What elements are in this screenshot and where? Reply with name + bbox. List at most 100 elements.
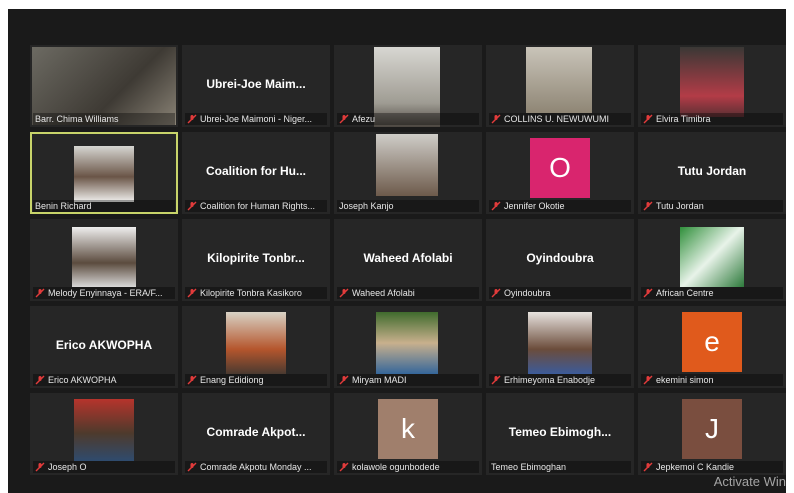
participant-name-label: Jepkemoi C Kandie [641, 461, 783, 473]
participant-tile[interactable]: Joseph Kanjo [334, 132, 482, 214]
mic-muted-icon [339, 114, 349, 124]
participant-center-name: Coalition for Hu... [206, 164, 306, 178]
participant-name-label: COLLINS U. NEWUWUMI [489, 113, 631, 125]
participant-center-name: Comrade Akpot... [206, 425, 306, 439]
mic-muted-icon [339, 288, 349, 298]
participant-center-name: Waheed Afolabi [363, 251, 453, 265]
mic-muted-icon [187, 375, 197, 385]
participant-name: Oyindoubra [504, 288, 551, 298]
participant-tile[interactable]: Tutu Jordan Tutu Jordan [638, 132, 786, 214]
avatar: e [682, 312, 742, 372]
participant-name-label: Temeo Ebimoghan [489, 461, 631, 473]
participant-tile[interactable]: Benin Richard [30, 132, 178, 214]
participant-tile[interactable]: COLLINS U. NEWUWUMI [486, 45, 634, 127]
participant-tile[interactable]: e ekemini simon [638, 306, 786, 388]
participant-center-name: Temeo Ebimogh... [508, 425, 612, 439]
participant-name: Melody Enyinnaya - ERA/F... [48, 288, 163, 298]
participant-name: Miryam MADI [352, 375, 407, 385]
participant-tile[interactable]: Oyindoubra Oyindoubra [486, 219, 634, 301]
mic-muted-icon [187, 114, 197, 124]
participant-video [680, 47, 744, 117]
participant-name-label: Coalition for Human Rights... [185, 200, 327, 212]
participant-name: Ubrei-Joe Maimoni - Niger... [200, 114, 313, 124]
avatar: k [378, 399, 438, 459]
participant-video [528, 312, 592, 374]
participant-tile[interactable]: Waheed Afolabi Waheed Afolabi [334, 219, 482, 301]
participant-tile[interactable]: k kolawole ogunbodede [334, 393, 482, 475]
participant-video [680, 227, 744, 287]
participant-tile[interactable]: Temeo Ebimogh... Temeo Ebimoghan [486, 393, 634, 475]
participant-tile[interactable]: Joseph O [30, 393, 178, 475]
participant-name-label: Barr. Chima Williams [33, 113, 175, 125]
participant-video [74, 399, 134, 461]
mic-muted-icon [339, 375, 349, 385]
participant-name-label: Afezu [337, 113, 479, 125]
participant-tile[interactable]: Enang Edidiong [182, 306, 330, 388]
participant-tile[interactable]: Erhimeyoma Enabodje [486, 306, 634, 388]
participant-name-label: Melody Enyinnaya - ERA/F... [33, 287, 175, 299]
participant-video [526, 47, 592, 113]
participant-center-name: Ubrei-Joe Maim... [206, 77, 306, 91]
participant-tile[interactable]: Ubrei-Joe Maim... Ubrei-Joe Maimoni - Nig… [182, 45, 330, 127]
participant-name: Tutu Jordan [656, 201, 704, 211]
participant-tile[interactable]: J Jepkemoi C Kandie [638, 393, 786, 475]
participant-name: Jepkemoi C Kandie [656, 462, 735, 472]
participant-name: Erico AKWOPHA [48, 375, 117, 385]
mic-muted-icon [187, 288, 197, 298]
participant-tile[interactable]: Barr. Chima Williams [30, 45, 178, 127]
participant-name: Comrade Akpotu Monday ... [200, 462, 312, 472]
participant-name-label: Joseph O [33, 461, 175, 473]
participant-name-label: Erhimeyoma Enabodje [489, 374, 631, 386]
participant-name-label: Miryam MADI [337, 374, 479, 386]
participant-tile[interactable]: Erico AKWOPHA Erico AKWOPHA [30, 306, 178, 388]
mic-muted-icon [35, 288, 45, 298]
participant-name: Erhimeyoma Enabodje [504, 375, 596, 385]
participant-name: COLLINS U. NEWUWUMI [504, 114, 610, 124]
participant-center-name: Erico AKWOPHA [55, 338, 153, 352]
mic-muted-icon [491, 201, 501, 211]
participant-name: Afezu [352, 114, 376, 124]
mic-muted-icon [187, 201, 197, 211]
participant-tile[interactable]: Afezu [334, 45, 482, 127]
participant-tile[interactable]: Coalition for Hu... Coalition for Human R… [182, 132, 330, 214]
mic-muted-icon [491, 375, 501, 385]
participant-center-name: Oyindoubra [526, 251, 594, 265]
participant-name-label: Joseph Kanjo [337, 200, 479, 212]
participant-name-label: Oyindoubra [489, 287, 631, 299]
participant-name: Coalition for Human Rights... [200, 201, 316, 211]
participant-center-name: Tutu Jordan [677, 164, 747, 178]
participant-tile[interactable]: Miryam MADI [334, 306, 482, 388]
participant-tile[interactable]: O Jennifer Okotie [486, 132, 634, 214]
participant-name-label: Elvira Timibra [641, 113, 783, 125]
participant-name-label: Benin Richard [33, 200, 175, 212]
mic-muted-icon [491, 288, 501, 298]
participant-tile[interactable]: Elvira Timibra [638, 45, 786, 127]
participant-tile[interactable]: African Centre [638, 219, 786, 301]
participant-tile[interactable]: Kilopirite Tonbr... Kilopirite Tonbra Kas… [182, 219, 330, 301]
participant-name: Benin Richard [35, 201, 92, 211]
participant-video [72, 227, 136, 287]
mic-muted-icon [643, 201, 653, 211]
mic-muted-icon [643, 462, 653, 472]
windows-activate-watermark: Activate Win [713, 474, 786, 489]
participant-video [226, 312, 286, 374]
participant-grid: Barr. Chima Williams Ubrei-Joe Maim... Ubr… [8, 9, 786, 493]
participant-tile[interactable]: Comrade Akpot... Comrade Akpotu Monday ..… [182, 393, 330, 475]
avatar: O [530, 138, 590, 198]
mic-muted-icon [187, 462, 197, 472]
participant-video [376, 312, 438, 374]
participant-name: Elvira Timibra [656, 114, 711, 124]
participant-name: African Centre [656, 288, 714, 298]
mic-muted-icon [35, 375, 45, 385]
participant-tile[interactable]: Melody Enyinnaya - ERA/F... [30, 219, 178, 301]
participant-name: ekemini simon [656, 375, 714, 385]
participant-name: Jennifer Okotie [504, 201, 565, 211]
participant-name-label: Enang Edidiong [185, 374, 327, 386]
mic-muted-icon [643, 288, 653, 298]
participant-name: kolawole ogunbodede [352, 462, 440, 472]
participant-name-label: ekemini simon [641, 374, 783, 386]
participant-name: Joseph Kanjo [339, 201, 394, 211]
participant-name: Kilopirite Tonbra Kasikoro [200, 288, 302, 298]
mic-muted-icon [491, 114, 501, 124]
participant-name-label: Comrade Akpotu Monday ... [185, 461, 327, 473]
